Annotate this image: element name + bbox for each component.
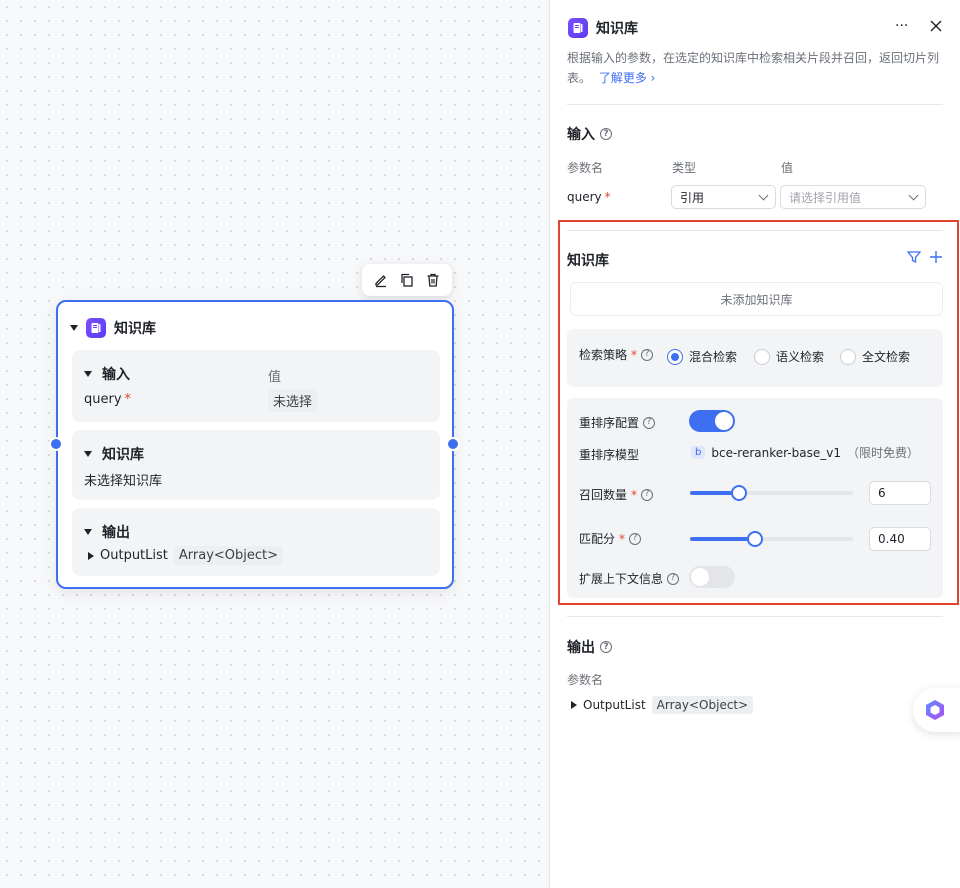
output-type: Array<Object>	[173, 546, 284, 565]
collapse-icon[interactable]	[84, 371, 92, 377]
value-select[interactable]: 请选择引用值	[780, 185, 926, 209]
knowledge-base-icon	[86, 318, 106, 338]
node-output-section: 输出 OutputList Array<Object>	[72, 508, 440, 576]
kb-empty-text: 未选择知识库	[84, 474, 163, 489]
more-icon[interactable]: ···	[895, 18, 908, 34]
highlight-frame	[558, 220, 959, 605]
output-col-param-name: 参数名	[567, 673, 604, 687]
workflow-canvas[interactable]: 知识库 输入 值 query * 未选择 知识库 未选择知识库 输出 Outpu…	[0, 0, 549, 888]
value-header: 值	[268, 370, 282, 385]
panel-title: 知识库	[596, 21, 638, 37]
close-icon[interactable]	[930, 20, 942, 36]
divider	[567, 616, 943, 617]
collapse-icon[interactable]	[70, 325, 78, 331]
output-row: OutputList Array<Object>	[571, 696, 754, 714]
chevron-down-icon	[758, 190, 769, 200]
collapse-icon[interactable]	[84, 451, 92, 457]
input-param-name: query *	[567, 190, 611, 204]
output-handle[interactable]	[446, 437, 460, 451]
divider	[567, 104, 943, 105]
col-value: 值	[781, 161, 794, 175]
help-icon[interactable]: ?	[600, 641, 612, 653]
param-name: query *	[84, 392, 132, 407]
chevron-down-icon	[908, 190, 919, 200]
param-value: 未选择	[268, 389, 318, 412]
output-section-title: 输出?	[567, 637, 612, 657]
assistant-logo-icon	[926, 700, 944, 720]
output-param: OutputList	[100, 548, 168, 563]
copy-icon[interactable]	[397, 270, 417, 290]
learn-more-link[interactable]: 了解更多 ›	[599, 71, 656, 85]
section-title: 输出	[102, 525, 130, 541]
section-title: 知识库	[102, 447, 144, 463]
edit-icon[interactable]	[371, 270, 391, 290]
collapse-icon[interactable]	[84, 529, 92, 535]
output-row: OutputList Array<Object>	[88, 546, 284, 565]
assistant-float-button[interactable]	[913, 688, 960, 732]
panel-description: 根据输入的参数，在选定的知识库中检索相关片段并召回，返回切片列表。 了解更多 ›	[567, 51, 940, 85]
type-select[interactable]: 引用	[671, 185, 776, 209]
knowledge-base-icon	[568, 18, 588, 38]
node-toolbar	[362, 264, 452, 296]
col-type: 类型	[672, 161, 697, 175]
knowledge-base-node[interactable]: 知识库 输入 值 query * 未选择 知识库 未选择知识库 输出 Outpu…	[56, 300, 454, 589]
help-icon[interactable]: ?	[600, 128, 612, 140]
expand-icon[interactable]	[571, 701, 577, 709]
delete-icon[interactable]	[423, 270, 443, 290]
panel-header: 知识库	[568, 18, 638, 38]
section-title: 输入	[102, 367, 130, 383]
node-kb-section: 知识库 未选择知识库	[72, 430, 440, 500]
node-header: 知识库	[70, 318, 156, 338]
node-title: 知识库	[114, 321, 156, 337]
input-section-title: 输入?	[567, 124, 612, 144]
expand-icon[interactable]	[88, 551, 94, 560]
node-input-section: 输入 值 query * 未选择	[72, 350, 440, 422]
col-param-name: 参数名	[567, 161, 604, 175]
input-handle[interactable]	[49, 437, 63, 451]
